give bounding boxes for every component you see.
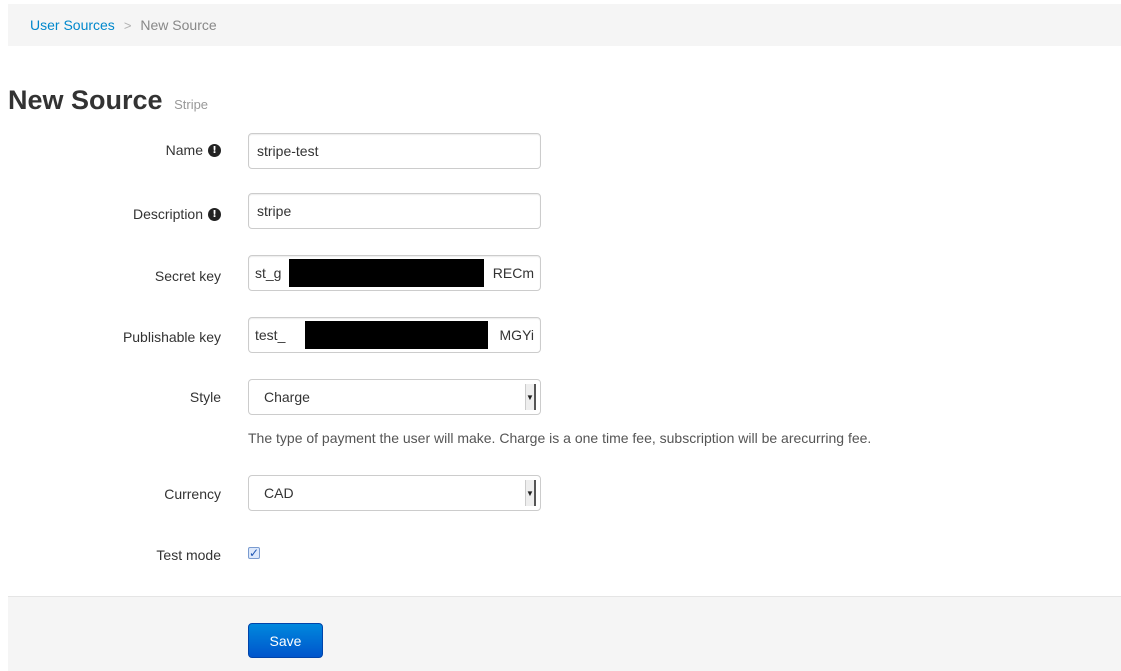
page-title: New Source Stripe xyxy=(8,80,208,125)
secret-key-visible-end: RECm xyxy=(492,265,534,281)
chevron-down-icon[interactable]: ▼ xyxy=(525,384,536,410)
secret-key-label: Secret key xyxy=(155,268,221,284)
secret-key-label-text: Secret key xyxy=(154,268,221,284)
test-mode-checkbox[interactable]: ✓ xyxy=(248,547,260,559)
test-mode-label-text: Test mode xyxy=(156,547,221,563)
name-label: Name ! xyxy=(166,142,221,158)
description-input[interactable] xyxy=(248,193,541,229)
currency-label-text: Currency xyxy=(164,486,221,502)
breadcrumb-link-user-sources[interactable]: User Sources xyxy=(30,17,115,33)
publishable-key-visible-end: MGYi xyxy=(499,327,534,343)
name-label-text: Name xyxy=(165,142,203,158)
currency-selected-value: CAD xyxy=(264,485,294,501)
style-label-text: Style xyxy=(189,389,221,405)
style-help-text: The type of payment the user will make. … xyxy=(248,430,872,446)
description-label: Description ! xyxy=(133,206,221,222)
info-icon: ! xyxy=(208,207,221,221)
style-select[interactable]: Charge ▼ xyxy=(248,379,541,415)
test-mode-label: Test mode xyxy=(156,547,221,563)
breadcrumb-separator-icon: > xyxy=(123,17,132,33)
secret-key-input[interactable]: st_g RECm xyxy=(248,255,541,291)
name-input[interactable] xyxy=(248,133,541,169)
info-icon: ! xyxy=(208,143,221,157)
checkmark-icon: ✓ xyxy=(249,546,260,560)
redaction-bar xyxy=(305,321,488,349)
breadcrumb: User Sources > New Source xyxy=(8,4,1121,46)
description-label-text: Description xyxy=(132,206,203,222)
redaction-bar xyxy=(289,259,484,287)
style-label: Style xyxy=(190,389,221,405)
currency-select[interactable]: CAD ▼ xyxy=(248,475,541,511)
save-button[interactable]: Save xyxy=(248,623,323,658)
breadcrumb-current: New Source xyxy=(140,17,217,33)
publishable-key-label-text: Publishable key xyxy=(122,329,221,345)
style-selected-value: Charge xyxy=(264,389,310,405)
chevron-down-icon[interactable]: ▼ xyxy=(525,480,536,506)
publishable-key-label: Publishable key xyxy=(123,329,221,345)
page-title-text: New Source xyxy=(8,85,163,115)
page-subtitle: Stripe xyxy=(174,97,209,112)
publishable-key-visible-start: test_ xyxy=(255,327,286,343)
form-actions: Save xyxy=(8,596,1121,671)
publishable-key-input[interactable]: test_ MGYi xyxy=(248,317,541,353)
currency-label: Currency xyxy=(164,486,221,502)
secret-key-visible-start: st_g xyxy=(255,265,282,281)
